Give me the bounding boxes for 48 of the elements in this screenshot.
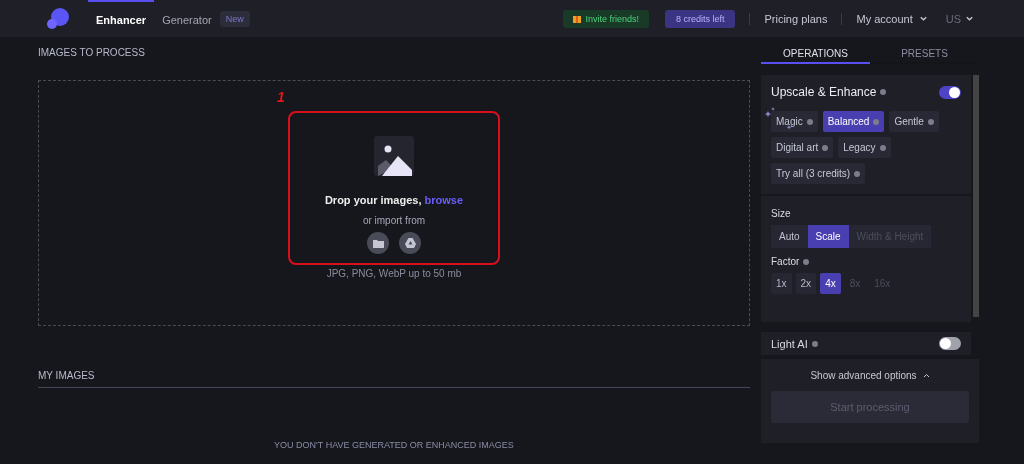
chevron-down-icon (918, 14, 928, 23)
gift-icon (573, 14, 582, 23)
mode-chip[interactable]: Magic (771, 111, 818, 132)
advanced-options-toggle[interactable]: Show advanced options (804, 369, 936, 382)
panel-tab[interactable]: OPERATIONS (761, 37, 870, 64)
info-icon (803, 258, 810, 265)
size-option[interactable]: Auto (771, 225, 808, 248)
format-hint: JPG, PNG, WebP up to 50 mb (326, 268, 462, 279)
factor-option[interactable]: 4x (820, 273, 841, 294)
nav-tab[interactable]: Enhancer (88, 0, 155, 37)
empty-message: YOU DON'T HAVE GENERATED OR ENHANCED IMAGES (273, 440, 515, 450)
import-label: or import from (362, 215, 426, 226)
drop-zone[interactable]: 1 Drop your images, browse or import from JPG, PNG, WebP up to 50 mb (38, 80, 750, 326)
panel-tab[interactable]: PRESETS (870, 37, 979, 64)
mode-chip[interactable]: Legacy (838, 137, 891, 158)
chevron-down-icon (965, 14, 974, 23)
factor-option[interactable]: 1x (771, 273, 792, 294)
field-label: Factor (771, 256, 800, 267)
drop-instructions: Drop your images, browse (324, 194, 464, 206)
factor-option[interactable]: 2x (795, 273, 817, 294)
card-title: Upscale & Enhance (771, 85, 877, 99)
card-title: Light AI (771, 337, 808, 350)
folder-icon[interactable] (367, 232, 389, 254)
new-badge: New (219, 10, 250, 27)
mode-chip[interactable]: Balanced (822, 111, 885, 132)
scrollbar[interactable] (973, 75, 979, 317)
chevron-up-icon (922, 373, 930, 378)
image-icon (374, 136, 414, 176)
field-label: Size (771, 208, 792, 219)
invite-button[interactable]: Invite friends! (563, 9, 649, 28)
info-icon (811, 340, 818, 347)
mode-chip[interactable]: Try all (3 credits) (771, 163, 866, 184)
mode-chip[interactable]: Digital art (771, 137, 834, 158)
toggle-switch[interactable] (939, 85, 961, 99)
section-title: IMAGES TO PROCESS (38, 46, 146, 58)
credits-badge: 8 credits left (664, 9, 736, 28)
pricing-link[interactable]: Pricing plans (764, 12, 828, 25)
annotation-number: 1 (277, 89, 285, 105)
info-icon (880, 89, 887, 95)
logo-icon[interactable] (46, 6, 70, 31)
toggle-switch[interactable] (939, 337, 961, 350)
account-menu[interactable]: My account (856, 12, 928, 25)
section-title: MY IMAGES (38, 360, 750, 388)
drive-icon[interactable] (399, 232, 421, 254)
nav-tab[interactable]: Generator (154, 0, 220, 37)
size-option[interactable]: Scale (807, 225, 849, 248)
browse-link[interactable]: browse (424, 194, 464, 206)
mode-chip[interactable]: Gentle (889, 111, 939, 132)
